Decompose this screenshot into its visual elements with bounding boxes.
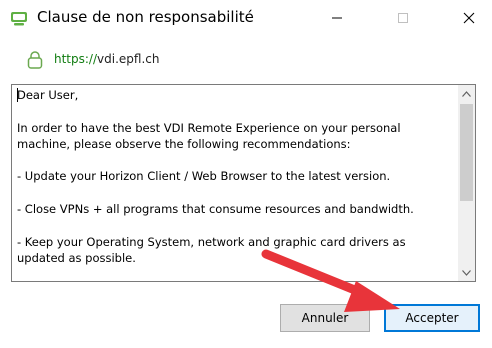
maximize-button[interactable]	[380, 0, 426, 36]
minimize-icon	[332, 17, 342, 19]
disclaimer-textbox[interactable]: Dear User, In order to have the best VDI…	[11, 84, 476, 282]
url-scheme: https://	[54, 52, 98, 66]
url-host: vdi.epfl.ch	[97, 52, 160, 66]
title-bar[interactable]: Clause de non responsabilité	[0, 0, 492, 36]
disclaimer-dialog: Clause de non responsabilité https://vdi…	[0, 0, 492, 348]
horizon-client-icon	[10, 9, 28, 27]
maximize-icon	[398, 13, 408, 23]
lock-icon	[26, 50, 44, 70]
close-button[interactable]	[446, 0, 492, 36]
text-caret	[17, 88, 18, 102]
disclaimer-text: Dear User, In order to have the best VDI…	[17, 88, 414, 265]
scroll-up-button[interactable]	[458, 85, 475, 102]
address-url: https://vdi.epfl.ch	[54, 52, 159, 66]
minimize-button[interactable]	[314, 0, 360, 36]
cancel-button[interactable]: Annuler	[280, 304, 370, 332]
close-icon	[463, 12, 475, 24]
window-title: Clause de non responsabilité	[37, 8, 254, 26]
scroll-down-button[interactable]	[458, 264, 475, 281]
vertical-scrollbar[interactable]	[458, 85, 475, 281]
scrollbar-thumb[interactable]	[460, 104, 473, 201]
chevron-down-icon	[462, 269, 471, 276]
accept-button[interactable]: Accepter	[384, 304, 480, 332]
chevron-up-icon	[462, 90, 471, 97]
